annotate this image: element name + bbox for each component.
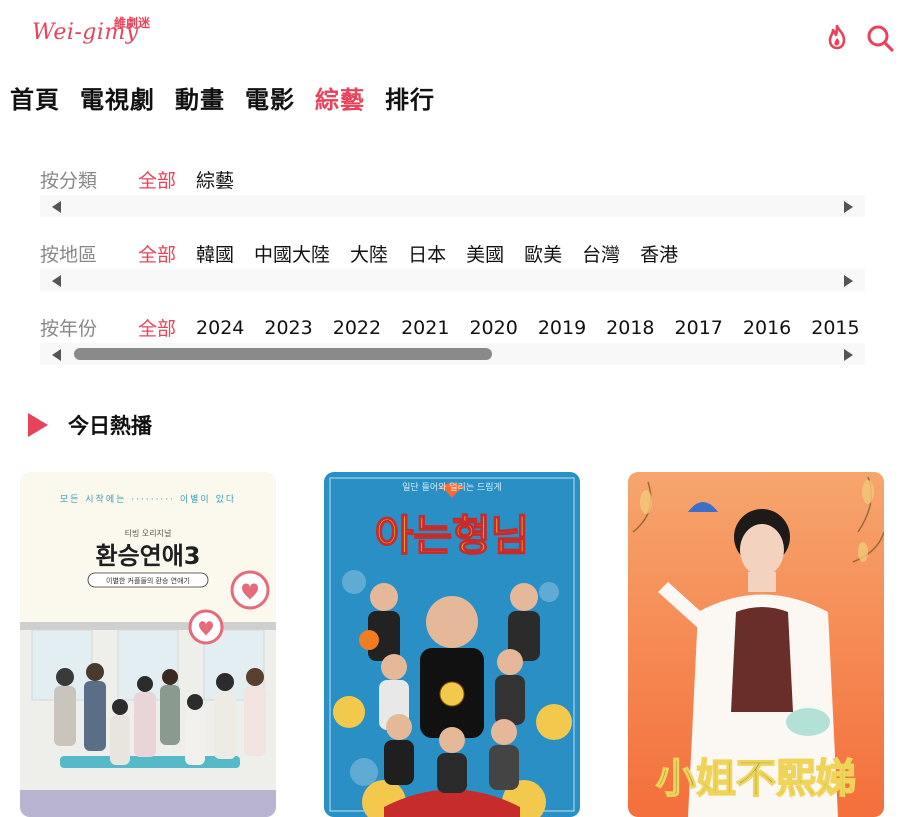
poster-card[interactable]: 모든 시작에는 ········· 이별이 있다 티빙 오리지널 환승연애3 이… — [20, 472, 276, 817]
filter-region: 按地區 全部 韓國 中國大陸 大陸 日本 美國 歐美 台灣 香港 — [40, 240, 698, 267]
filter-option[interactable]: 2022 — [333, 317, 381, 339]
poster-card[interactable]: 小姐不熙娣 — [628, 472, 884, 817]
filter-option[interactable]: 2016 — [743, 317, 791, 339]
filter-option[interactable]: 2020 — [469, 317, 517, 339]
poster1-caption: 이별한 커플들의 환승 연애기 — [106, 576, 190, 585]
poster2-top-text: 일단 들어와 얼리는 드림게 — [402, 481, 502, 493]
filter-option[interactable]: 綜藝 — [196, 166, 234, 193]
filter-option[interactable]: 2023 — [264, 317, 312, 339]
search-icon[interactable] — [866, 24, 894, 52]
nav-item-movie[interactable]: 電影 — [245, 80, 295, 115]
poster-image: 小姐不熙娣 — [628, 472, 884, 817]
scroll-right-icon[interactable] — [844, 201, 853, 213]
filter-option[interactable]: 中國大陸 — [254, 240, 330, 267]
filter-option[interactable]: 全部 — [138, 166, 176, 193]
filter-option[interactable]: 日本 — [408, 240, 446, 267]
logo-chinese-text: 維劇迷 — [114, 16, 151, 30]
poster-card[interactable]: 일단 들어와 얼리는 드림게 아는형님 — [324, 472, 580, 817]
filter-option[interactable]: 2018 — [606, 317, 654, 339]
poster3-title: 小姐不熙娣 — [656, 756, 856, 802]
scroll-left-icon[interactable] — [52, 349, 61, 361]
scroll-right-icon[interactable] — [844, 349, 853, 361]
filter-option[interactable]: 2019 — [538, 317, 586, 339]
scroll-right-icon[interactable] — [844, 275, 853, 287]
filter-option[interactable]: 香港 — [640, 240, 678, 267]
filter-option[interactable]: 全部 — [138, 314, 176, 341]
filter-category-scrollbar[interactable] — [40, 195, 865, 217]
poster2-title: 아는형님 — [375, 511, 530, 560]
filter-option[interactable]: 韓國 — [196, 240, 234, 267]
filter-option[interactable]: 美國 — [466, 240, 504, 267]
scrollbar-thumb[interactable] — [74, 348, 492, 360]
nav-item-ranking[interactable]: 排行 — [385, 80, 435, 115]
nav-item-tv[interactable]: 電視劇 — [80, 80, 155, 115]
scroll-left-icon[interactable] — [52, 275, 61, 287]
nav-item-anime[interactable]: 動畫 — [175, 80, 225, 115]
filter-year: 按年份 全部 2024 2023 2022 2021 2020 2019 201… — [40, 314, 880, 341]
filter-option[interactable]: 2021 — [401, 317, 449, 339]
site-logo[interactable]: Wei-gimy 維劇迷 — [32, 12, 162, 56]
filter-option[interactable]: 歐美 — [524, 240, 562, 267]
poster1-top-text: 모든 시작에는 ········· 이별이 있다 — [60, 493, 236, 505]
scroll-left-icon[interactable] — [52, 201, 61, 213]
filter-option[interactable]: 大陸 — [350, 240, 388, 267]
filter-region-scrollbar[interactable] — [40, 269, 865, 291]
main-nav: 首頁 電視劇 動畫 電影 綜藝 排行 — [10, 80, 435, 115]
filter-option[interactable]: 2024 — [196, 317, 244, 339]
filter-option[interactable]: 2017 — [675, 317, 723, 339]
filter-category: 按分類 全部 綜藝 — [40, 166, 254, 193]
filter-region-label: 按地區 — [40, 244, 98, 266]
play-triangle-icon — [28, 413, 48, 437]
filter-option[interactable]: 全部 — [138, 240, 176, 267]
poster1-sub: 티빙 오리지널 — [125, 529, 172, 538]
poster-image: 모든 시작에는 ········· 이별이 있다 티빙 오리지널 환승연애3 이… — [20, 472, 276, 817]
flame-icon[interactable] — [824, 24, 850, 50]
nav-item-variety[interactable]: 綜藝 — [315, 80, 365, 115]
poster-image: 일단 들어와 얼리는 드림게 아는형님 — [324, 472, 580, 817]
poster1-title: 환승연애3 — [95, 542, 200, 570]
filter-year-label: 按年份 — [40, 318, 98, 340]
nav-item-home[interactable]: 首頁 — [10, 80, 60, 115]
filter-year-scrollbar[interactable] — [40, 343, 865, 365]
filter-category-label: 按分類 — [40, 170, 98, 192]
section-title: 今日熱播 — [68, 414, 152, 438]
filter-option[interactable]: 2015 — [811, 317, 859, 339]
filter-option[interactable]: 台灣 — [582, 240, 620, 267]
section-header: 今日熱播 — [28, 410, 152, 440]
